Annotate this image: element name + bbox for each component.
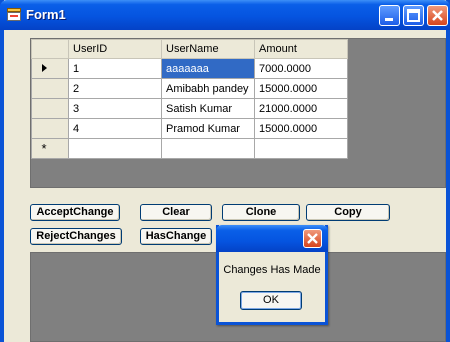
window-title-bar[interactable]: Form1 (0, 0, 450, 30)
window-title: Form1 (26, 7, 66, 22)
table-cell-userid[interactable]: 1 (68, 58, 162, 79)
ok-button[interactable]: OK (240, 291, 302, 310)
table-cell-amount[interactable]: 21000.0000 (254, 98, 348, 119)
reject-changes-button[interactable]: RejectChanges (30, 228, 122, 245)
table-cell-username[interactable]: Amibabh pandey (161, 78, 255, 99)
data-grid-table: UserID UserName Amount 1 aaaaaaa 7000.00… (31, 39, 348, 159)
app-icon (7, 8, 21, 21)
row-header[interactable] (31, 98, 69, 119)
table-cell-username-selected[interactable]: aaaaaaa (161, 58, 255, 79)
grid-corner-header (31, 39, 69, 59)
message-box-close-button[interactable] (303, 229, 322, 248)
new-row-cell[interactable] (254, 138, 348, 159)
table-cell-userid[interactable]: 3 (68, 98, 162, 119)
column-header-userid[interactable]: UserID (68, 39, 162, 59)
accept-change-button[interactable]: AcceptChange (30, 204, 120, 221)
table-cell-amount[interactable]: 15000.0000 (254, 118, 348, 139)
copy-button[interactable]: Copy (306, 204, 390, 221)
has-change-button[interactable]: HasChange (140, 228, 212, 245)
table-cell-username[interactable]: Pramod Kumar (161, 118, 255, 139)
new-row: * (31, 138, 348, 159)
table-row: 4 Pramod Kumar 15000.0000 (31, 118, 348, 139)
table-row: 3 Satish Kumar 21000.0000 (31, 98, 348, 119)
close-icon (428, 6, 447, 30)
row-header[interactable] (31, 118, 69, 139)
current-row-arrow-icon (41, 63, 47, 72)
table-cell-userid[interactable]: 2 (68, 78, 162, 99)
table-row: 1 aaaaaaa 7000.0000 (31, 58, 348, 79)
table-cell-userid[interactable]: 4 (68, 118, 162, 139)
row-header[interactable] (31, 78, 69, 99)
message-box: Changes Has Made OK (216, 225, 328, 325)
message-box-title-bar[interactable] (216, 225, 328, 252)
clear-button[interactable]: Clear (140, 204, 212, 221)
maximize-icon (404, 6, 423, 30)
close-button[interactable] (427, 5, 448, 26)
row-header-new[interactable]: * (31, 138, 69, 159)
minimize-icon (380, 6, 399, 30)
row-header-current[interactable] (31, 58, 69, 79)
grid-header-row: UserID UserName Amount (31, 39, 348, 59)
data-grid[interactable]: UserID UserName Amount 1 aaaaaaa 7000.00… (30, 38, 446, 188)
maximize-button[interactable] (403, 5, 424, 26)
minimize-button[interactable] (379, 5, 400, 26)
close-icon (304, 230, 321, 252)
table-cell-amount[interactable]: 15000.0000 (254, 78, 348, 99)
new-row-cell[interactable] (161, 138, 255, 159)
column-header-amount[interactable]: Amount (254, 39, 348, 59)
table-row: 2 Amibabh pandey 15000.0000 (31, 78, 348, 99)
new-row-cell[interactable] (68, 138, 162, 159)
new-row-marker: * (41, 141, 47, 156)
message-box-text: Changes Has Made (223, 264, 321, 276)
table-cell-amount[interactable]: 7000.0000 (254, 58, 348, 79)
column-header-username[interactable]: UserName (161, 39, 255, 59)
clone-button[interactable]: Clone (222, 204, 300, 221)
table-cell-username[interactable]: Satish Kumar (161, 98, 255, 119)
